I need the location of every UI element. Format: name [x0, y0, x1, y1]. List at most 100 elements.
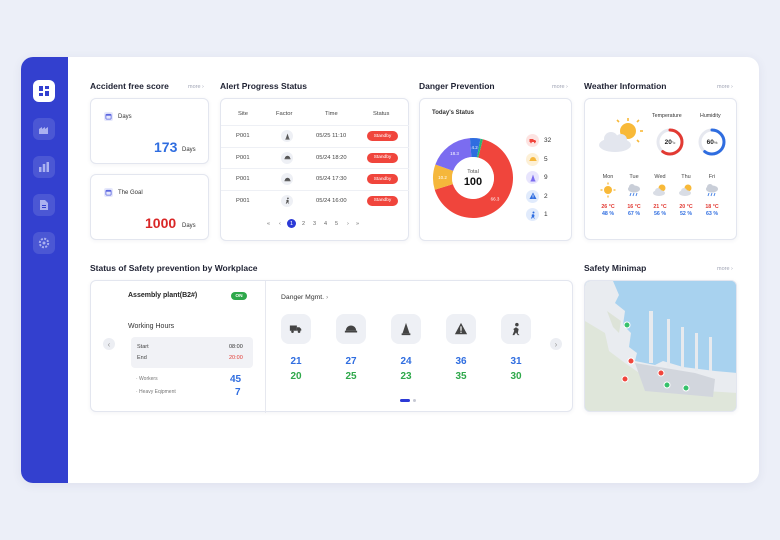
safety-minimap[interactable] [584, 280, 737, 412]
page-1-button[interactable]: 1 [287, 219, 296, 228]
humidity-unit: % [713, 140, 718, 145]
last-page-button[interactable]: » [356, 221, 359, 227]
divider [265, 281, 266, 413]
worker-icon [512, 322, 520, 336]
heavy-equipment-value: 7 [235, 387, 241, 398]
weather-icon-wrap [600, 182, 616, 203]
table-row[interactable]: P001 05/24 17:30 Standby [221, 168, 409, 189]
weather-icon-wrap [652, 182, 668, 203]
day-name: Mon [602, 174, 614, 180]
temperature-unit: °c [671, 140, 676, 145]
danger-mgmt-total: 21 [290, 356, 302, 367]
page-2-button[interactable]: 2 [302, 221, 305, 227]
goal-card: The Goal 1000 Days [90, 174, 209, 240]
next-page-button[interactable]: › [347, 221, 349, 227]
next-slide-button[interactable]: › [550, 338, 562, 350]
factor-cell [281, 130, 293, 142]
temperature-label: Temperature [652, 113, 682, 119]
status-badge[interactable]: Standby [367, 195, 398, 206]
helmet-icon [283, 177, 291, 181]
partly-cloudy-icon [679, 184, 692, 196]
prev-page-button[interactable]: ‹ [279, 221, 281, 227]
danger-mgmt-item[interactable] [501, 314, 531, 344]
prev-slide-button[interactable]: ‹ [103, 338, 115, 350]
danger-more-link[interactable]: more › [552, 84, 568, 90]
truck-icon [289, 325, 302, 333]
minimap-more-link[interactable]: more › [717, 266, 733, 272]
helmet-icon [529, 157, 536, 161]
time-cell: 05/24 16:00 [316, 197, 347, 204]
temperature-value: 20°c [655, 139, 685, 146]
legend-value: 5 [544, 155, 548, 163]
sidebar-item-chart[interactable] [33, 156, 55, 178]
weather-day: Tue 16 °C 67 % [621, 174, 647, 217]
sidebar [21, 57, 68, 483]
days-label: Days [118, 114, 132, 120]
status-badge[interactable]: Standby [367, 152, 398, 163]
dashboard-icon [39, 86, 49, 96]
danger-mgmt-total: 24 [400, 356, 412, 367]
days-value: 173 [154, 139, 178, 155]
table-row[interactable]: P001 05/25 11:10 Standby [221, 125, 409, 146]
more-label: more [717, 84, 730, 90]
danger-mgmt-item[interactable] [336, 314, 366, 344]
sidebar-item-settings[interactable] [33, 232, 55, 254]
map-image [585, 281, 736, 411]
weather-day: Mon 26 °C 48 % [595, 174, 621, 217]
heavy-equipment-label: · Heavy Eqipment [136, 389, 176, 395]
page-3-button[interactable]: 3 [313, 221, 316, 227]
table-row[interactable]: P001 05/24 16:00 Standby [221, 189, 409, 211]
chevron-right-icon: › [325, 294, 329, 301]
danger-mgmt-item[interactable] [281, 314, 311, 344]
donut-slice-label: 10.2 [438, 175, 447, 180]
total-label: Total [467, 169, 479, 175]
time-cell: 05/24 17:30 [316, 176, 347, 182]
end-label: End [137, 355, 147, 361]
weather-more-link[interactable]: more › [717, 84, 733, 90]
danger-title: Danger Prevention [419, 81, 495, 91]
status-badge[interactable]: Standby [367, 131, 398, 141]
plant-name: Assembly plant(B2#) [128, 292, 198, 299]
status-badge[interactable]: Standby [367, 174, 398, 184]
danger-mgmt-item[interactable] [391, 314, 421, 344]
danger-mgmt-item[interactable] [446, 314, 476, 344]
table-row[interactable]: P001 05/24 18:20 Standby [221, 146, 409, 168]
humidity-value: 60% [697, 139, 727, 146]
day-temperature: 20 °C [679, 204, 693, 210]
danger-mgmt-link[interactable]: Danger Mgmt. › [281, 294, 328, 301]
workers-value: 45 [230, 374, 242, 385]
site-cell: P001 [236, 197, 250, 204]
donut-slice-label: 18.3 [450, 151, 459, 156]
slide-indicator[interactable] [413, 399, 416, 402]
more-label: more [717, 266, 730, 272]
more-label: more [188, 84, 201, 90]
weather-day: Thu 20 °C 52 % [673, 174, 699, 217]
calendar-icon [104, 112, 113, 121]
page-4-button[interactable]: 4 [324, 221, 327, 227]
sidebar-item-dashboard[interactable] [33, 80, 55, 102]
page-5-button[interactable]: 5 [335, 221, 338, 227]
legend-value: 32 [544, 137, 552, 144]
goal-label: The Goal [118, 190, 143, 196]
sidebar-item-workplace[interactable] [33, 118, 55, 140]
chart-icon [39, 162, 49, 172]
factor-cell [281, 151, 293, 164]
site-cell: P001 [236, 154, 250, 161]
weather-day: Fri 18 °C 63 % [699, 174, 725, 217]
warning-icon [529, 192, 536, 199]
legend-icon [526, 152, 539, 166]
plant-status-badge: ON [231, 292, 247, 300]
factor-cell [281, 173, 293, 185]
workplace-title: Status of Safety prevention by Workplace [90, 263, 258, 273]
accident-more-link[interactable]: more › [188, 84, 204, 90]
cone-icon [530, 174, 535, 181]
total-value: 100 [463, 176, 483, 188]
more-label: more [552, 84, 565, 90]
first-page-button[interactable]: « [267, 221, 270, 227]
slide-indicator-active[interactable] [400, 399, 410, 402]
sidebar-item-document[interactable] [33, 194, 55, 216]
document-icon [40, 200, 48, 210]
settings-icon [38, 237, 50, 249]
goal-value: 1000 [145, 215, 177, 231]
day-temperature: 21 °C [653, 204, 667, 210]
